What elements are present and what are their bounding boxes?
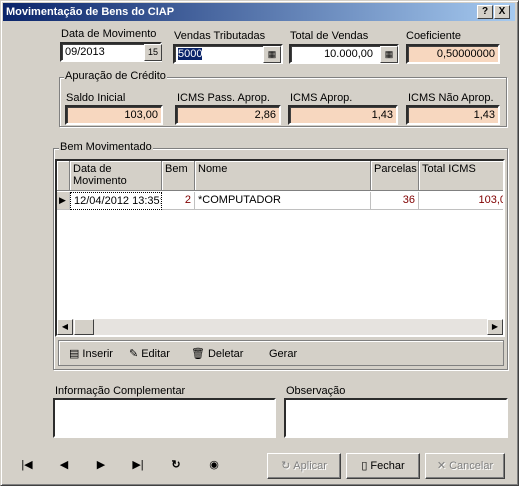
first-record-icon[interactable]: |◀: [17, 455, 37, 475]
coeficiente-field: 0,50000000: [406, 44, 500, 64]
data-movimento-label: Data de Movimento: [61, 28, 157, 40]
aplicar-button[interactable]: ↻ Aplicar: [267, 453, 341, 479]
cancel-icon: ✕: [436, 460, 447, 473]
icms-pass-label: ICMS Pass. Aprop.: [177, 92, 270, 104]
info-complementar-field[interactable]: [53, 398, 276, 438]
apuracao-title: Apuração de Crédito: [64, 70, 167, 82]
fechar-button[interactable]: ▯ Fechar: [346, 453, 420, 479]
table-cell[interactable]: 103,0: [419, 192, 503, 210]
gerar-button[interactable]: Gerar: [269, 345, 297, 363]
saldo-inicial-label: Saldo Inicial: [66, 92, 126, 104]
scroll-right-icon[interactable]: ▶: [487, 319, 503, 335]
icms-pass-field: 2,86: [175, 105, 281, 125]
table-cell[interactable]: 36: [371, 192, 419, 210]
close-button[interactable]: X: [494, 5, 510, 19]
window-title: Movimentação de Bens do CIAP: [6, 6, 175, 18]
table-cell[interactable]: 2: [162, 192, 195, 210]
saldo-inicial-field: 103,00: [65, 105, 163, 125]
deletar-button[interactable]: 🗑 Deletar: [191, 345, 243, 363]
horizontal-scrollbar[interactable]: ◀ ▶: [57, 319, 503, 335]
calendar-icon[interactable]: 15: [144, 44, 162, 61]
scroll-thumb[interactable]: [74, 319, 94, 335]
editar-button[interactable]: ✎ Editar: [129, 345, 170, 363]
last-record-icon[interactable]: ▶|: [128, 455, 148, 475]
icms-aprop-field: 1,43: [288, 105, 398, 125]
calculator-icon[interactable]: ▦: [263, 46, 281, 63]
total-vendas-label: Total de Vendas: [290, 30, 369, 42]
vendas-tributadas-label: Vendas Tributadas: [174, 30, 266, 42]
record-icon[interactable]: ◉: [204, 455, 224, 475]
info-complementar-label: Informação Complementar: [55, 385, 186, 397]
observacao-field[interactable]: [284, 398, 508, 438]
title-bar: Movimentação de Bens do CIAP ? X: [3, 3, 515, 21]
observacao-label: Observação: [286, 385, 346, 397]
col-nome[interactable]: Nome: [195, 161, 371, 191]
table-cell[interactable]: *COMPUTADOR: [195, 192, 371, 210]
refresh-icon[interactable]: ↻: [166, 455, 186, 475]
prev-record-icon[interactable]: ◀: [54, 455, 74, 475]
col-data-movimento[interactable]: Data de Movimento: [70, 161, 162, 191]
table-cell[interactable]: 12/04/2012 13:35:: [70, 192, 162, 210]
door-icon: ▯: [361, 460, 368, 473]
col-bem[interactable]: Bem: [162, 161, 195, 191]
apply-icon: ↻: [281, 460, 291, 473]
row-indicator-icon: ▶: [57, 192, 70, 210]
coeficiente-label: Coeficiente: [406, 30, 462, 42]
edit-icon: ✎: [129, 348, 139, 361]
next-record-icon[interactable]: ▶: [91, 455, 111, 475]
icms-nao-aprop-label: ICMS Não Aprop.: [408, 92, 494, 104]
col-total-icms[interactable]: Total ICMS: [419, 161, 503, 191]
trash-icon: 🗑: [191, 348, 205, 361]
calculator-icon[interactable]: ▦: [380, 46, 398, 63]
bem-grid[interactable]: Data de Movimento Bem Nome Parcelas Tota…: [55, 159, 505, 337]
insert-icon: ▤: [69, 348, 80, 361]
scroll-left-icon[interactable]: ◀: [57, 319, 73, 335]
cancelar-button[interactable]: ✕ Cancelar: [425, 453, 505, 479]
icms-nao-aprop-field: 1,43: [406, 105, 500, 125]
bem-title: Bem Movimentado: [59, 141, 153, 153]
col-parcelas[interactable]: Parcelas: [371, 161, 419, 191]
icms-aprop-label: ICMS Aprop.: [290, 92, 353, 104]
row-indicator-header: [57, 161, 70, 191]
help-button[interactable]: ?: [477, 5, 493, 19]
grid-toolbar: ▤ Inserir ✎ Editar 🗑 Deletar Gerar: [58, 340, 504, 366]
inserir-button[interactable]: ▤ Inserir: [69, 345, 113, 363]
